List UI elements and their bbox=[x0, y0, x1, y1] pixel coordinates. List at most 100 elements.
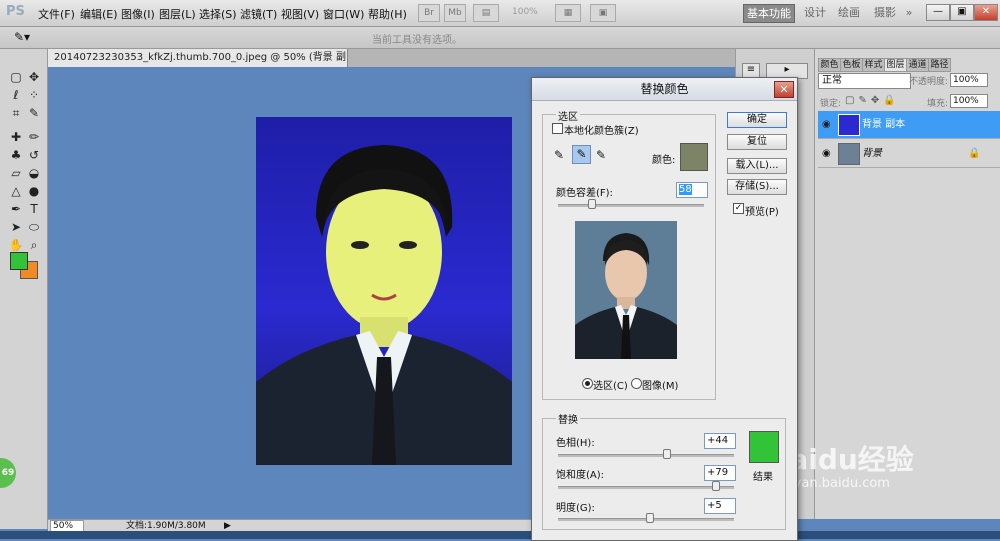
saturation-label: 饱和度(A): bbox=[556, 470, 605, 481]
selection-radio-label: 选区(C) bbox=[593, 381, 628, 392]
hue-label: 色相(H): bbox=[556, 438, 595, 449]
result-color-swatch[interactable] bbox=[749, 431, 779, 463]
workspace-design[interactable]: 设计 bbox=[800, 4, 830, 21]
menu-filter[interactable]: 滤镜(T) bbox=[240, 6, 277, 22]
arrange-documents-button[interactable]: ▦ bbox=[555, 4, 581, 22]
history-brush-tool-icon[interactable]: ↺ bbox=[26, 147, 42, 163]
menu-file[interactable]: 文件(F) bbox=[38, 6, 75, 22]
menu-select[interactable]: 选择(S) bbox=[199, 6, 237, 22]
minibridge-button[interactable]: Mb bbox=[444, 4, 466, 22]
document-image[interactable] bbox=[256, 117, 512, 465]
paint-bucket-tool-icon[interactable]: ◒ bbox=[26, 165, 42, 181]
blur-tool-icon[interactable]: △ bbox=[8, 183, 24, 199]
load-button[interactable]: 载入(L)... bbox=[727, 158, 787, 174]
screen-mode-button[interactable]: ▣ bbox=[590, 4, 616, 22]
path-selection-tool-icon[interactable]: ➤ bbox=[8, 219, 24, 235]
visibility-eye-icon[interactable]: ◉ bbox=[822, 140, 831, 167]
layer-name[interactable]: 背景 bbox=[862, 140, 882, 167]
menu-help[interactable]: 帮助(H) bbox=[368, 6, 407, 22]
fuzziness-input[interactable]: 58 bbox=[676, 182, 708, 198]
hue-slider-thumb[interactable] bbox=[663, 449, 672, 459]
clone-stamp-tool-icon[interactable]: ♣ bbox=[8, 147, 24, 163]
document-tab[interactable]: 20140723230353_kfkZj.thumb.700_0.jpeg @ … bbox=[48, 49, 348, 81]
layer-name[interactable]: 背景 副本 bbox=[862, 111, 905, 138]
image-radio-label: 图像(M) bbox=[642, 381, 679, 392]
workspace-painting[interactable]: 绘画 bbox=[834, 4, 864, 21]
eraser-tool-icon[interactable]: ▱ bbox=[8, 165, 24, 181]
saturation-input[interactable]: +79 bbox=[704, 465, 736, 481]
pen-tool-icon[interactable]: ✒ bbox=[8, 201, 24, 217]
dialog-title[interactable]: 替换颜色 bbox=[532, 78, 797, 101]
view-extras-button[interactable]: ▤ bbox=[473, 4, 499, 22]
layer-row-background-copy[interactable]: ◉ 背景 副本 bbox=[818, 111, 1000, 139]
brush-tool-icon[interactable]: ✏ bbox=[26, 129, 42, 145]
lightness-slider-thumb[interactable] bbox=[645, 513, 654, 523]
taskbar bbox=[0, 531, 1000, 539]
bridge-button[interactable]: Br bbox=[418, 4, 440, 22]
fill-field[interactable]: 100% bbox=[950, 94, 988, 108]
restore-button[interactable]: ▣ bbox=[950, 4, 974, 21]
workspace-more[interactable]: » bbox=[902, 4, 916, 21]
replace-color-dialog: 替换颜色 ✕ 选区 本地化颜色簇(Z) ✎ ✎ ✎ 颜色: 颜色容差(F): 5… bbox=[531, 77, 798, 541]
ok-button[interactable]: 确定 bbox=[727, 112, 787, 128]
tab-swatches[interactable]: 色板 bbox=[840, 58, 863, 72]
foreground-color-swatch[interactable] bbox=[10, 252, 28, 270]
menu-edit[interactable]: 编辑(E) bbox=[80, 6, 118, 22]
tab-color[interactable]: 颜色 bbox=[818, 58, 841, 72]
minimize-button[interactable]: — bbox=[926, 4, 950, 21]
menu-image[interactable]: 图像(I) bbox=[121, 6, 155, 22]
hue-input[interactable]: +44 bbox=[704, 433, 736, 449]
saturation-slider-thumb[interactable] bbox=[712, 481, 721, 491]
localized-clusters-checkbox[interactable] bbox=[552, 123, 563, 134]
layer-thumbnail bbox=[838, 114, 860, 136]
eyedropper-tool-icon[interactable]: ✎ bbox=[26, 105, 42, 121]
menu-window[interactable]: 窗口(W) bbox=[323, 6, 364, 22]
workspace-essentials[interactable]: 基本功能 bbox=[743, 4, 795, 23]
blend-mode-select[interactable]: 正常 bbox=[818, 73, 911, 89]
replacement-legend: 替换 bbox=[556, 411, 580, 426]
lock-icons[interactable]: ▢✎✥🔒 bbox=[845, 95, 900, 106]
dodge-tool-icon[interactable]: ● bbox=[26, 183, 42, 199]
hand-tool-icon[interactable]: ✋ bbox=[8, 237, 24, 253]
lightness-input[interactable]: +5 bbox=[704, 498, 736, 514]
save-button[interactable]: 存储(S)... bbox=[727, 179, 787, 195]
quick-select-tool-icon[interactable]: ⁘ bbox=[26, 87, 42, 103]
eyedropper-tool-preset-icon[interactable]: ✎▾ bbox=[14, 30, 30, 44]
saturation-slider-track[interactable] bbox=[558, 486, 734, 489]
healing-brush-tool-icon[interactable]: ✚ bbox=[8, 129, 24, 145]
workspace-photography[interactable]: 摄影 bbox=[870, 4, 900, 21]
lock-icon: 🔒 bbox=[968, 148, 981, 159]
tab-channels[interactable]: 通道 bbox=[906, 58, 929, 72]
tab-styles[interactable]: 样式 bbox=[862, 58, 885, 72]
menu-layer[interactable]: 图层(L) bbox=[159, 6, 196, 22]
move-tool-icon[interactable]: ✥ bbox=[26, 69, 42, 85]
layer-row-background[interactable]: ◉ 背景 🔒 bbox=[818, 140, 1000, 168]
close-button[interactable]: ✕ bbox=[974, 4, 998, 21]
hue-slider-track[interactable] bbox=[558, 454, 734, 457]
image-radio[interactable] bbox=[631, 378, 642, 389]
tab-paths[interactable]: 路径 bbox=[928, 58, 951, 72]
color-swatch[interactable] bbox=[680, 143, 708, 171]
shape-tool-icon[interactable]: ⬭ bbox=[26, 219, 42, 235]
reset-button[interactable]: 复位 bbox=[727, 134, 787, 150]
preview-checkbox[interactable]: ✓ bbox=[733, 203, 744, 214]
localized-clusters-label: 本地化颜色簇(Z) bbox=[564, 126, 639, 137]
eyedropper-icon[interactable]: ✎ bbox=[554, 148, 564, 162]
fuzziness-slider-thumb[interactable] bbox=[587, 199, 596, 209]
opacity-field[interactable]: 100% bbox=[950, 73, 988, 87]
lasso-tool-icon[interactable]: ℓ bbox=[8, 87, 24, 103]
zoom-tool-icon[interactable]: ⌕ bbox=[26, 237, 42, 253]
fuzziness-slider-track[interactable] bbox=[558, 204, 704, 207]
selection-radio[interactable] bbox=[582, 378, 593, 389]
menu-view[interactable]: 视图(V) bbox=[281, 6, 319, 22]
marquee-tool-icon[interactable]: ▢ bbox=[8, 69, 24, 85]
tab-layers[interactable]: 图层 bbox=[884, 58, 907, 72]
zoom-level-select[interactable]: 100% bbox=[512, 7, 538, 17]
visibility-eye-icon[interactable]: ◉ bbox=[822, 111, 831, 138]
preview-label: 预览(P) bbox=[745, 207, 779, 218]
add-to-sample-icon[interactable]: ✎ bbox=[572, 145, 591, 164]
dialog-close-button[interactable]: ✕ bbox=[774, 81, 794, 98]
crop-tool-icon[interactable]: ⌗ bbox=[8, 105, 24, 121]
subtract-from-sample-icon[interactable]: ✎ bbox=[596, 148, 606, 162]
type-tool-icon[interactable]: T bbox=[26, 201, 42, 217]
